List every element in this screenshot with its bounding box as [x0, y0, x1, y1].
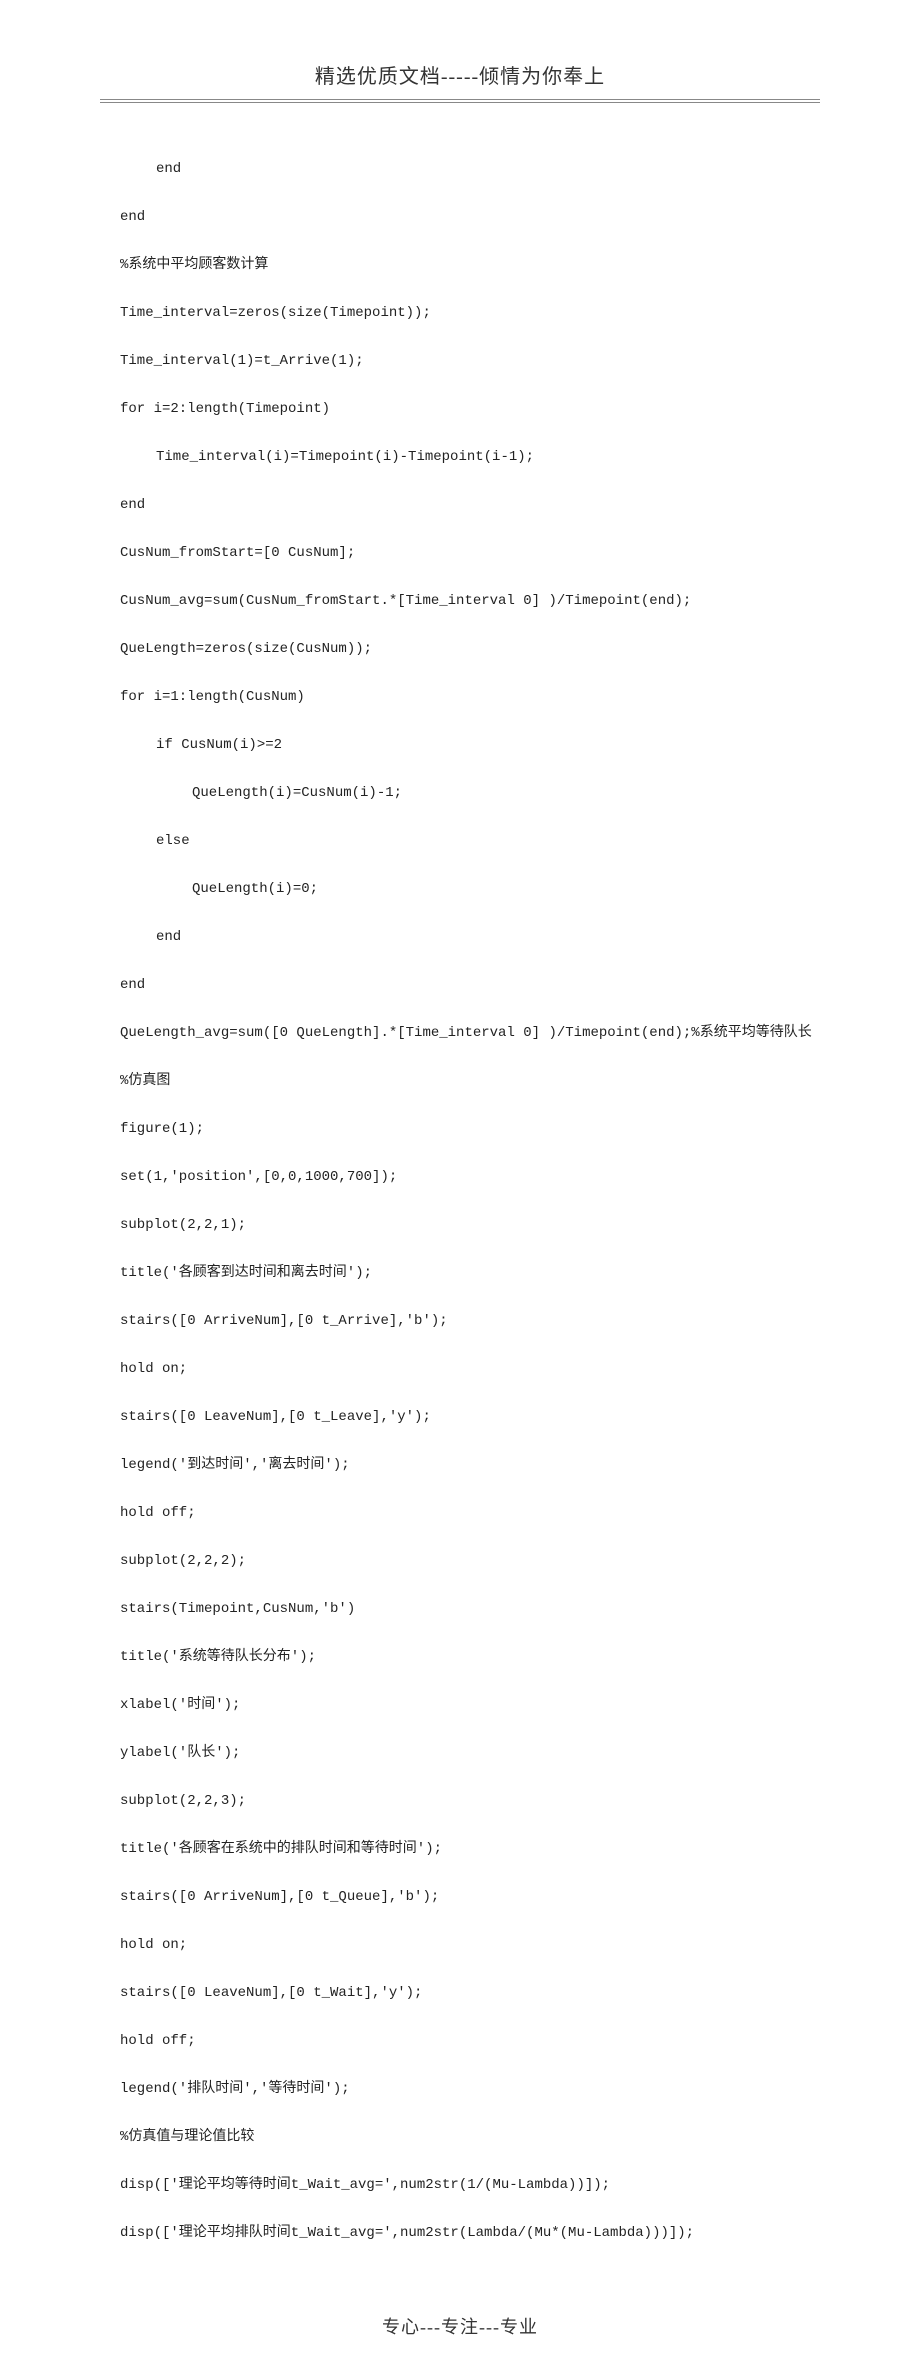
code-line: set(1,'position',[0,0,1000,700]);	[120, 1165, 820, 1189]
code-line: end	[120, 157, 820, 181]
code-line: legend('排队时间','等待时间');	[120, 2077, 820, 2101]
code-line: %仿真值与理论值比较	[120, 2125, 820, 2149]
code-line: figure(1);	[120, 1117, 820, 1141]
code-line: title('各顾客在系统中的排队时间和等待时间');	[120, 1837, 820, 1861]
code-line: for i=2:length(Timepoint)	[120, 397, 820, 421]
code-line: title('各顾客到达时间和离去时间');	[120, 1261, 820, 1285]
code-line: end	[120, 925, 820, 949]
code-line: %系统中平均顾客数计算	[120, 253, 820, 277]
code-line: stairs([0 ArriveNum],[0 t_Arrive],'b');	[120, 1309, 820, 1333]
code-line: hold off;	[120, 1501, 820, 1525]
code-line: hold on;	[120, 1933, 820, 1957]
code-line: end	[120, 205, 820, 229]
code-line: subplot(2,2,1);	[120, 1213, 820, 1237]
page-header: 精选优质文档-----倾情为你奉上	[100, 60, 820, 99]
header-rule-2	[100, 102, 820, 103]
code-line: Time_interval=zeros(size(Timepoint));	[120, 301, 820, 325]
code-line: QueLength(i)=CusNum(i)-1;	[120, 781, 820, 805]
code-line: xlabel('时间');	[120, 1693, 820, 1717]
header-rule-1	[100, 99, 820, 100]
code-line: ylabel('队长');	[120, 1741, 820, 1765]
code-line: Time_interval(i)=Timepoint(i)-Timepoint(…	[120, 445, 820, 469]
code-line: disp(['理论平均排队时间t_Wait_avg=',num2str(Lamb…	[120, 2221, 820, 2245]
code-line: QueLength(i)=0;	[120, 877, 820, 901]
code-line: disp(['理论平均等待时间t_Wait_avg=',num2str(1/(M…	[120, 2173, 820, 2197]
code-line: stairs(Timepoint,CusNum,'b')	[120, 1597, 820, 1621]
code-line: stairs([0 LeaveNum],[0 t_Wait],'y');	[120, 1981, 820, 2005]
code-line: CusNum_avg=sum(CusNum_fromStart.*[Time_i…	[120, 589, 820, 613]
code-line: hold off;	[120, 2029, 820, 2053]
code-line: hold on;	[120, 1357, 820, 1381]
code-line: QueLength=zeros(size(CusNum));	[120, 637, 820, 661]
code-block: end end %系统中平均顾客数计算 Time_interval=zeros(…	[100, 133, 820, 2293]
code-line: legend('到达时间','离去时间');	[120, 1453, 820, 1477]
code-line: stairs([0 LeaveNum],[0 t_Leave],'y');	[120, 1405, 820, 1429]
page-footer: 专心---专注---专业	[100, 2313, 820, 2339]
code-line: subplot(2,2,3);	[120, 1789, 820, 1813]
code-line: else	[120, 829, 820, 853]
code-line: Time_interval(1)=t_Arrive(1);	[120, 349, 820, 373]
code-line: end	[120, 973, 820, 997]
document-page: 精选优质文档-----倾情为你奉上 end end %系统中平均顾客数计算 Ti…	[0, 0, 920, 2379]
code-line: subplot(2,2,2);	[120, 1549, 820, 1573]
code-line: QueLength_avg=sum([0 QueLength].*[Time_i…	[120, 1021, 820, 1045]
code-line: if CusNum(i)>=2	[120, 733, 820, 757]
code-line: %仿真图	[120, 1069, 820, 1093]
code-line: stairs([0 ArriveNum],[0 t_Queue],'b');	[120, 1885, 820, 1909]
code-line: end	[120, 493, 820, 517]
code-line: CusNum_fromStart=[0 CusNum];	[120, 541, 820, 565]
code-line: for i=1:length(CusNum)	[120, 685, 820, 709]
code-line: title('系统等待队长分布');	[120, 1645, 820, 1669]
